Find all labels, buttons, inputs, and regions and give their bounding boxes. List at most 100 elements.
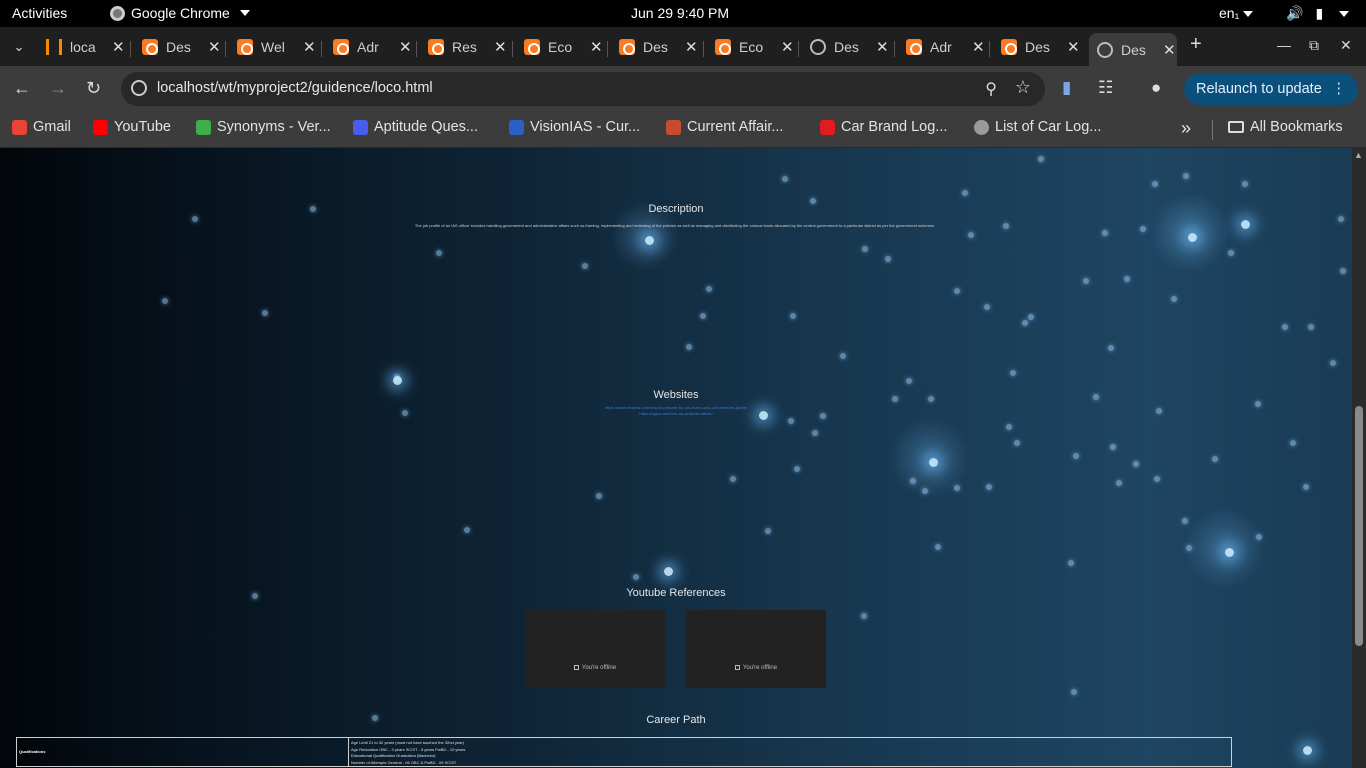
bookmark-item[interactable]: List of Car Log... [974,119,1101,135]
system-menu[interactable]: 🔊 ▮ [1286,5,1350,22]
url-text[interactable]: localhost/wt/myproject2/guidence/loco.ht… [157,80,433,96]
offline-icon [573,665,579,670]
tab-title: Des [643,39,668,55]
particle [162,298,168,304]
tab-8[interactable]: Des ✕ [810,33,889,61]
tab-close-icon[interactable]: ✕ [685,38,698,56]
minimize-icon[interactable]: — [1277,37,1291,53]
tab-0[interactable]: loca ✕ [46,33,125,61]
particle [1108,345,1114,351]
description-text: The job profile of an IAS officer includ… [414,223,936,228]
tab-separator [225,41,226,57]
youtube-embed[interactable]: You're offline [686,610,826,688]
keyboard-layout-indicator[interactable]: en₁ [1219,5,1254,21]
tab-close-icon[interactable]: ✕ [399,38,412,56]
particle [1340,268,1346,274]
reading-list-icon[interactable]: ▮ [1062,78,1071,98]
particle [1010,370,1016,376]
tab-close-icon[interactable]: ✕ [494,38,507,56]
new-tab-button[interactable]: + [1190,33,1202,56]
particle [1022,320,1028,326]
tab-close-icon[interactable]: ✕ [972,38,985,56]
tab-3[interactable]: Adr ✕ [333,33,412,61]
tab-close-icon[interactable]: ✕ [1067,38,1080,56]
tab-5[interactable]: Eco ✕ [524,33,603,61]
particle [1073,453,1079,459]
tab-close-icon[interactable]: ✕ [781,38,794,56]
tab-close-icon[interactable]: ✕ [112,38,125,56]
relaunch-button[interactable]: Relaunch to update ⋮ [1184,73,1358,105]
website-link[interactable]: https://www.clearias.com/how-to-prepare-… [0,405,1352,410]
bookmarks-bar: Gmail YouTube Synonyms - Ver... Aptitude Qu… [0,112,1366,148]
particle [1338,216,1344,222]
tab-2[interactable]: Wel ✕ [237,33,316,61]
scrollbar-thumb[interactable] [1355,406,1363,646]
address-bar[interactable]: localhost/wt/myproject2/guidence/loco.ht… [121,72,1045,106]
bookmark-star-icon[interactable]: ☆ [1015,77,1031,98]
xampp-icon [715,39,731,55]
activities-button[interactable]: Activities [12,5,67,21]
bookmark-item[interactable]: Current Affair... [666,119,783,135]
bookmark-label: YouTube [114,119,171,135]
clock[interactable]: Jun 29 9:40 PM [631,5,729,21]
chevron-down-icon [239,10,250,16]
bookmark-item[interactable]: Gmail [12,119,71,135]
maximize-icon[interactable]: ⧉ [1309,37,1319,54]
close-window-icon[interactable]: ✕ [1340,37,1352,54]
career-path-heading: Career Path [646,714,706,726]
globe-icon [974,119,989,135]
tab-separator [989,41,990,57]
bookmark-item[interactable]: YouTube [93,119,171,135]
scroll-up-arrow-icon[interactable]: ▲ [1354,150,1363,160]
particle [262,310,268,316]
bookmark-item[interactable]: Synonyms - Ver... [196,119,331,135]
tab-1[interactable]: Des ✕ [142,33,221,61]
page-scrollbar[interactable]: ▲ [1352,148,1366,768]
particle [1116,480,1122,486]
tab-4[interactable]: Res ✕ [428,33,507,61]
particle [1308,324,1314,330]
globe-icon [1097,41,1113,58]
profile-avatar-icon[interactable]: ● [1151,78,1161,98]
xampp-icon [428,39,444,55]
tab-10[interactable]: Des ✕ [1001,33,1080,61]
bookmark-item[interactable]: Car Brand Log... [820,119,947,135]
tab-close-icon[interactable]: ✕ [876,38,889,56]
glowing-particle [1241,220,1250,229]
website-link[interactable]: https://byjus.com/free-ias-prep/ias-offi… [0,411,1352,416]
reload-icon[interactable]: ↻ [86,78,101,99]
xampp-icon [237,39,253,55]
particle [954,288,960,294]
tab-close-icon[interactable]: ✕ [303,38,316,56]
bookmarks-divider [1212,120,1213,140]
particle [596,493,602,499]
tab-6[interactable]: Des ✕ [619,33,698,61]
tab-separator [607,41,608,57]
tab-close-icon[interactable]: ✕ [1163,41,1176,59]
tab-close-icon[interactable]: ✕ [208,38,221,56]
bookmark-label: Gmail [33,119,71,135]
app-menu[interactable]: Google Chrome [110,5,250,21]
tab-search-icon[interactable]: ⌄ [8,36,30,58]
tab-11[interactable]: Des ✕ [1089,33,1177,66]
bookmarks-overflow-button[interactable]: » [1181,118,1191,139]
tab-7[interactable]: Eco ✕ [715,33,794,61]
extensions-icon[interactable]: ☷ [1098,78,1113,98]
all-bookmarks-button[interactable]: All Bookmarks [1228,119,1343,135]
particle [1303,484,1309,490]
xampp-icon [142,39,158,55]
tab-title: Des [1121,41,1146,58]
zoom-icon[interactable]: ⚲ [985,79,997,99]
back-arrow-icon[interactable]: ← [13,78,31,99]
youtube-embed[interactable]: You're offline [525,610,665,688]
tab-close-icon[interactable]: ✕ [590,38,603,56]
more-options-icon[interactable]: ⋮ [1332,73,1347,105]
particle [436,250,442,256]
bookmark-item[interactable]: Aptitude Ques... [353,119,478,135]
forward-arrow-icon[interactable]: → [49,78,67,99]
site-info-icon[interactable] [131,80,147,96]
xampp-icon [524,39,540,55]
xampp-icon [619,39,635,55]
bookmark-item[interactable]: VisionIAS - Cur... [509,119,640,135]
tab-9[interactable]: Adr ✕ [906,33,985,61]
